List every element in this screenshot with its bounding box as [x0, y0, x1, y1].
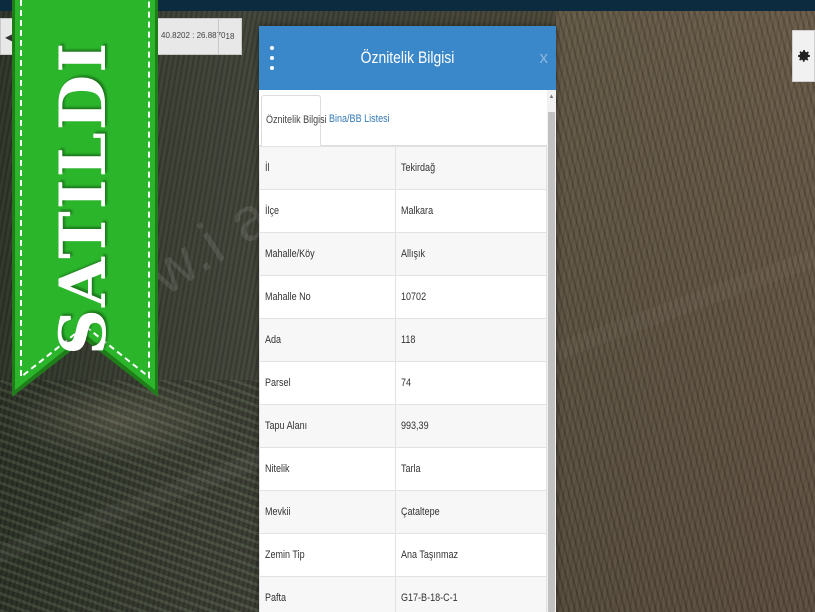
- table-row: Zemin Tip Ana Taşınmaz: [259, 533, 547, 577]
- close-button[interactable]: x: [540, 48, 549, 68]
- attribute-value: 74: [395, 361, 547, 405]
- attribute-value: Tarla: [395, 447, 547, 491]
- attribute-value: G17-B-18-C-1: [395, 576, 547, 612]
- settings-button[interactable]: [792, 30, 815, 82]
- gear-icon: [797, 50, 810, 62]
- table-row: İl Tekirdağ: [259, 146, 547, 190]
- table-row: Mahalle No 10702: [259, 275, 547, 319]
- table-row: Ada 118: [259, 318, 547, 362]
- attribute-value: 10702: [395, 275, 547, 319]
- attribute-key: Mevkii: [259, 490, 396, 534]
- table-row: Pafta G17-B-18-C-1: [259, 576, 547, 612]
- table-row: Tapu Alanı 993,39: [259, 404, 547, 448]
- scrollbar[interactable]: ▲: [547, 90, 556, 612]
- table-row: Mahalle/Köy Allışık: [259, 232, 547, 276]
- attribute-value: Tekirdağ: [395, 146, 547, 190]
- kebab-menu-icon[interactable]: [268, 46, 276, 70]
- zoom-level-button[interactable]: 18: [218, 19, 241, 54]
- tab-bar: Öznitelik Bilgisi Bina/BB Listesi: [259, 90, 547, 146]
- attribute-value: 993,39: [395, 404, 547, 448]
- ribbon-label: SATILDI: [46, 40, 121, 356]
- table-row: Parsel 74: [259, 361, 547, 405]
- attribute-key: İlçe: [259, 189, 396, 233]
- attribute-table: İl Tekirdağ İlçe Malkara Mahalle/Köy Allışık M…: [259, 146, 547, 612]
- attribute-value: Allışık: [395, 232, 547, 276]
- tab-attribute-info[interactable]: Öznitelik Bilgisi: [261, 95, 327, 146]
- scrollbar-thumb[interactable]: [548, 112, 555, 612]
- attribute-key: Ada: [259, 318, 396, 362]
- table-row: İlçe Malkara: [259, 189, 547, 233]
- attribute-panel: Öznitelik Bilgisi x Öznitelik Bilgisi Bi…: [259, 26, 556, 612]
- table-row: Mevkii Çataltepe: [259, 490, 547, 534]
- panel-header: Öznitelik Bilgisi x: [259, 26, 556, 90]
- tab-building-list[interactable]: Bina/BB Listesi: [323, 95, 409, 146]
- table-row: Nitelik Tarla: [259, 447, 547, 491]
- panel-title: Öznitelik Bilgisi: [360, 48, 455, 67]
- attribute-value: Ana Taşınmaz: [395, 533, 547, 577]
- coordinate-readout: 40.8202 : 26.8870: [161, 31, 226, 40]
- attribute-value: Malkara: [395, 189, 547, 233]
- attribute-value: 118: [395, 318, 547, 362]
- attribute-key: Parsel: [259, 361, 396, 405]
- attribute-key: Mahalle/Köy: [259, 232, 396, 276]
- attribute-value: Çataltepe: [395, 490, 547, 534]
- attribute-key: Zemin Tip: [259, 533, 396, 577]
- attribute-key: Tapu Alanı: [259, 404, 396, 448]
- attribute-key: Mahalle No: [259, 275, 396, 319]
- scroll-up-icon[interactable]: ▲: [547, 94, 556, 100]
- attribute-key: Pafta: [259, 576, 396, 612]
- sold-ribbon: SATILDI: [12, 0, 158, 397]
- attribute-key: Nitelik: [259, 447, 396, 491]
- attribute-key: İl: [259, 146, 396, 190]
